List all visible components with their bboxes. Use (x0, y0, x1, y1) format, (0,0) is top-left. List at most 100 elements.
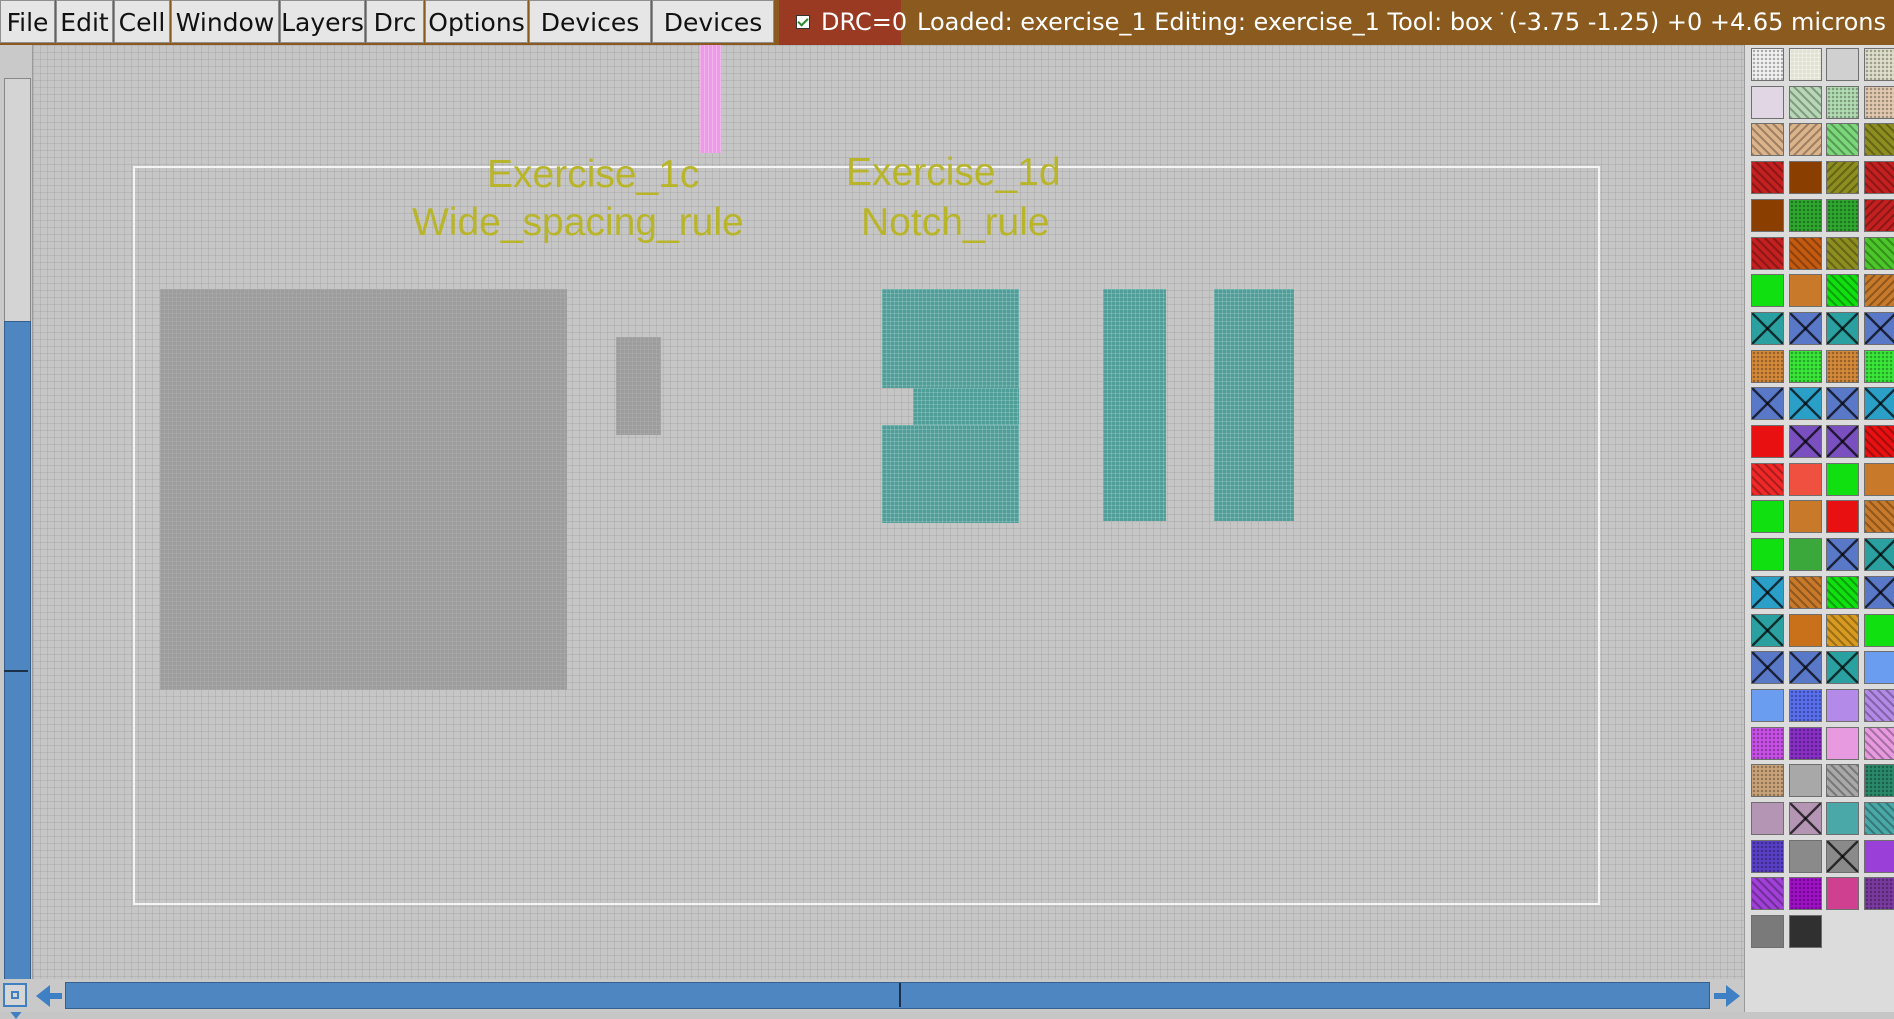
layer-swatch[interactable] (1864, 123, 1894, 156)
layer-swatch[interactable] (1751, 199, 1784, 232)
layer-swatch[interactable] (1789, 576, 1822, 609)
layer-swatch[interactable] (1826, 274, 1859, 307)
layer-swatch[interactable] (1826, 727, 1859, 760)
layer-swatch[interactable] (1789, 350, 1822, 383)
layer-swatch[interactable] (1864, 877, 1894, 910)
layer-swatch[interactable] (1751, 123, 1784, 156)
layer-swatch[interactable] (1864, 199, 1894, 232)
layer-swatch[interactable] (1751, 614, 1784, 647)
layer-swatch[interactable] (1751, 840, 1784, 873)
layer-swatch[interactable] (1751, 274, 1784, 307)
layer-swatch[interactable] (1789, 614, 1822, 647)
layer-swatch[interactable] (1789, 199, 1822, 232)
layer-swatch[interactable] (1789, 387, 1822, 420)
drc-toggle[interactable]: DRC=0 (779, 0, 901, 45)
layer-swatch[interactable] (1864, 312, 1894, 345)
layer-swatch[interactable] (1864, 764, 1894, 797)
layer-swatch[interactable] (1826, 48, 1859, 81)
layer-swatch[interactable] (1751, 689, 1784, 722)
layer-swatch[interactable] (1789, 48, 1822, 81)
layer-swatch[interactable] (1864, 802, 1894, 835)
layer-swatch[interactable] (1826, 86, 1859, 119)
layer-swatch[interactable] (1751, 915, 1784, 948)
layer-swatch[interactable] (1826, 425, 1859, 458)
layer-swatch[interactable] (1826, 538, 1859, 571)
drc-checkbox[interactable] (796, 15, 810, 29)
zoom-fit-icon[interactable] (3, 983, 27, 1007)
layer-swatch[interactable] (1826, 877, 1859, 910)
layer-swatch[interactable] (1789, 802, 1822, 835)
layer-swatch[interactable] (1751, 350, 1784, 383)
layer-swatch[interactable] (1826, 840, 1859, 873)
teal-bar-1[interactable] (1103, 289, 1166, 521)
layer-swatch[interactable] (1751, 802, 1784, 835)
layer-swatch[interactable] (1826, 802, 1859, 835)
menu-file[interactable]: File (0, 0, 55, 43)
layer-swatch[interactable] (1826, 312, 1859, 345)
layer-swatch[interactable] (1789, 538, 1822, 571)
layer-swatch[interactable] (1789, 237, 1822, 270)
layer-swatch[interactable] (1789, 463, 1822, 496)
layer-swatch[interactable] (1864, 48, 1894, 81)
layer-swatch[interactable] (1751, 312, 1784, 345)
layer-swatch[interactable] (1826, 651, 1859, 684)
layer-swatch[interactable] (1864, 576, 1894, 609)
layer-swatch[interactable] (1826, 500, 1859, 533)
layer-swatch[interactable] (1751, 425, 1784, 458)
layer-swatch[interactable] (1864, 350, 1894, 383)
layer-swatch[interactable] (1826, 764, 1859, 797)
layer-swatch[interactable] (1751, 764, 1784, 797)
layer-swatch[interactable] (1789, 689, 1822, 722)
layer-swatch[interactable] (1789, 274, 1822, 307)
layer-swatch[interactable] (1751, 161, 1784, 194)
narrow-metal-rect[interactable] (616, 337, 661, 435)
notched-rect-middle[interactable] (913, 388, 1019, 425)
layer-swatch[interactable] (1826, 614, 1859, 647)
layer-swatch[interactable] (1864, 651, 1894, 684)
layer-swatch[interactable] (1826, 350, 1859, 383)
layer-swatch[interactable] (1751, 651, 1784, 684)
menu-window[interactable]: Window (171, 0, 279, 43)
layer-swatch[interactable] (1789, 500, 1822, 533)
layer-swatch[interactable] (1864, 463, 1894, 496)
notched-rect-bottom[interactable] (882, 425, 1019, 523)
vertical-scrollbar[interactable] (0, 45, 33, 979)
layer-swatch[interactable] (1864, 840, 1894, 873)
teal-bar-2[interactable] (1214, 289, 1294, 521)
menu-devices-2[interactable]: Devices 2 (652, 0, 774, 43)
layer-swatch[interactable] (1826, 576, 1859, 609)
vertical-scroll-thumb[interactable] (4, 321, 31, 988)
layer-swatch[interactable] (1751, 500, 1784, 533)
layer-swatch[interactable] (1789, 840, 1822, 873)
wide-metal-rect[interactable] (160, 289, 567, 690)
menu-cell[interactable]: Cell (114, 0, 170, 43)
menu-layers[interactable]: Layers (280, 0, 365, 43)
layer-swatch[interactable] (1864, 614, 1894, 647)
layer-swatch[interactable] (1826, 689, 1859, 722)
layer-swatch[interactable] (1864, 538, 1894, 571)
layer-swatch[interactable] (1789, 727, 1822, 760)
layer-swatch[interactable] (1826, 387, 1859, 420)
layer-swatch[interactable] (1751, 237, 1784, 270)
menu-edit[interactable]: Edit (56, 0, 113, 43)
scroll-right-arrow-icon[interactable] (1726, 985, 1740, 1007)
layer-swatch[interactable] (1864, 727, 1894, 760)
layer-swatch[interactable] (1864, 161, 1894, 194)
horizontal-scroll-thumb[interactable] (65, 982, 1710, 1009)
layer-swatch[interactable] (1789, 651, 1822, 684)
layer-swatch[interactable] (1864, 387, 1894, 420)
layer-swatch[interactable] (1751, 387, 1784, 420)
layer-swatch[interactable] (1826, 123, 1859, 156)
layer-swatch[interactable] (1864, 425, 1894, 458)
layer-swatch[interactable] (1789, 312, 1822, 345)
menu-options[interactable]: Options (425, 0, 528, 43)
layer-swatch[interactable] (1864, 274, 1894, 307)
layer-swatch[interactable] (1864, 689, 1894, 722)
layer-swatch[interactable] (1826, 237, 1859, 270)
layer-swatch[interactable] (1789, 915, 1822, 948)
horizontal-scrollbar[interactable] (0, 979, 1745, 1012)
layer-swatch[interactable] (1826, 463, 1859, 496)
layer-swatch[interactable] (1864, 86, 1894, 119)
menu-devices-1[interactable]: Devices 1 (529, 0, 651, 43)
layer-swatch[interactable] (1864, 500, 1894, 533)
